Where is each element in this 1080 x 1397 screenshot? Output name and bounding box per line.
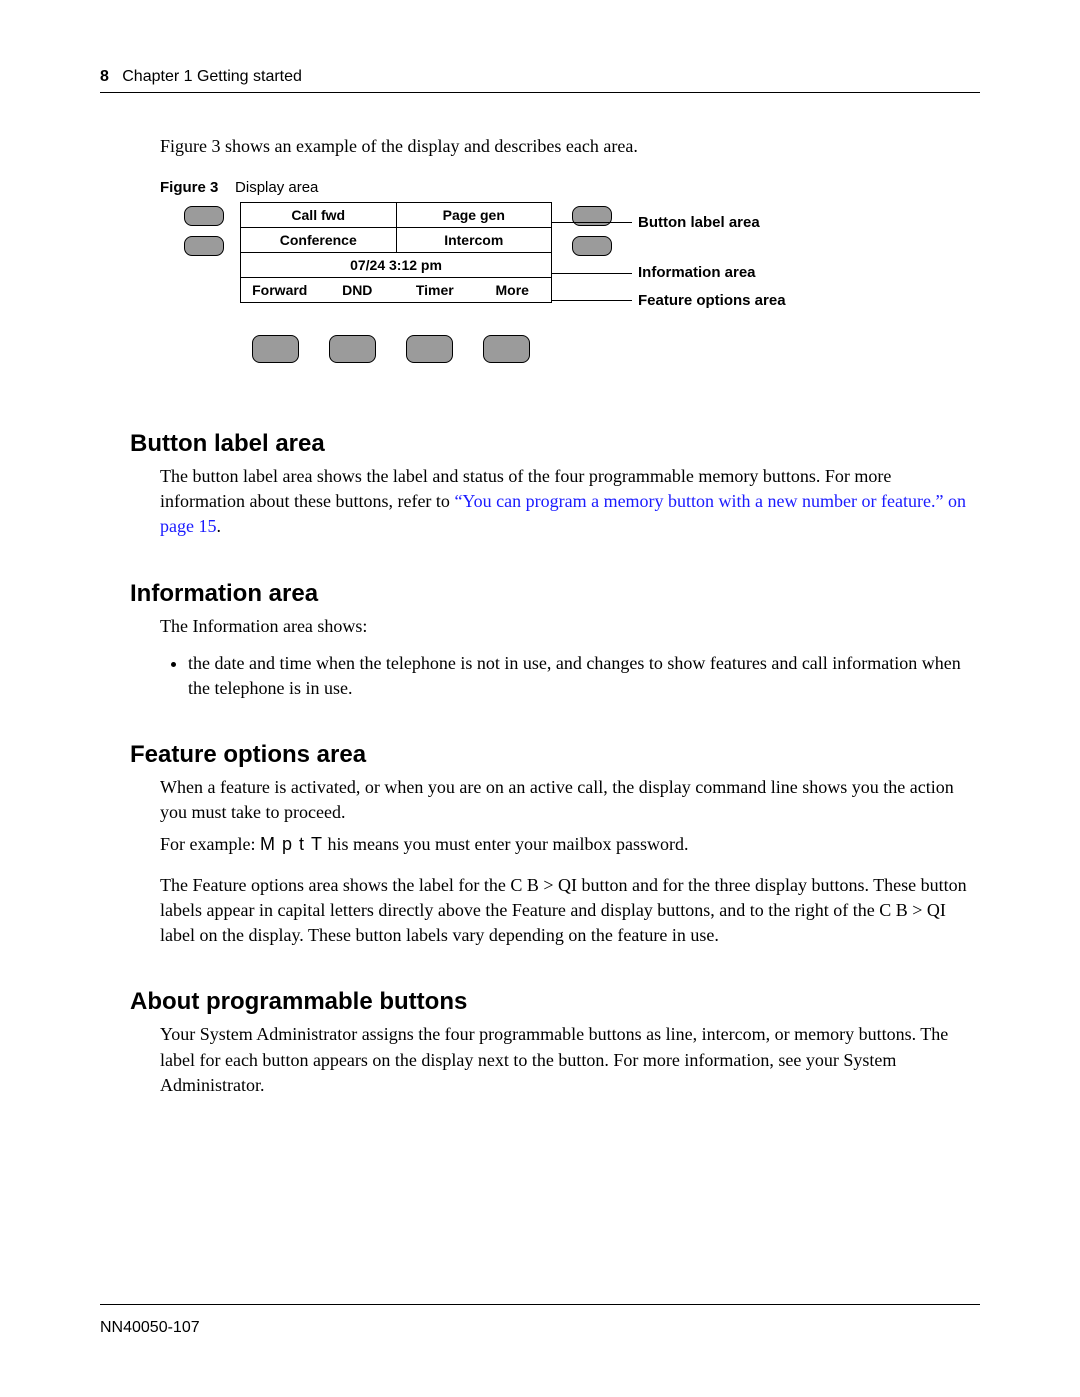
annot-button-label: Button label area (638, 214, 760, 231)
right-button-2-icon (572, 236, 612, 256)
annot-info-area: Information area (638, 264, 756, 281)
info-area-intro: The Information area shows: (160, 614, 980, 639)
label-intercom: Intercom (396, 228, 552, 252)
body-feature-options-area: When a feature is activated, or when you… (160, 775, 980, 948)
chapter-title: Chapter 1 Getting started (122, 68, 302, 85)
left-button-1-icon (184, 206, 224, 226)
label-forward: Forward (241, 278, 319, 302)
softkey-3-icon (406, 335, 453, 363)
body-information-area: The Information area shows: the date and… (160, 614, 980, 702)
softkey-2-icon (329, 335, 376, 363)
left-button-2-icon (184, 236, 224, 256)
figure-diagram: Call fwd Page gen Conference Intercom 07… (160, 200, 930, 390)
softkey-1-icon (252, 335, 299, 363)
label-dnd: DND (319, 278, 397, 302)
figure-caption: Figure 3 Display area (160, 179, 980, 196)
heading-feature-options-area: Feature options area (130, 741, 980, 769)
fo-p1b-suffix: his means you must enter your mailbox pa… (328, 834, 689, 854)
document-page: 8 Chapter 1 Getting started Figure 3 sho… (0, 0, 1080, 1397)
intro-paragraph: Figure 3 shows an example of the display… (160, 133, 980, 159)
phone-display: Call fwd Page gen Conference Intercom 07… (240, 202, 552, 303)
leader-line-1 (552, 222, 632, 223)
label-call-fwd: Call fwd (241, 203, 396, 227)
label-page-gen: Page gen (396, 203, 552, 227)
page-header: 8 Chapter 1 Getting started (100, 68, 980, 93)
fo-p1b-code: M p t T (260, 834, 323, 854)
doc-number: NN40050-107 (100, 1319, 200, 1336)
info-area-bullet: the date and time when the telephone is … (188, 651, 980, 701)
heading-button-label-area: Button label area (130, 430, 980, 458)
figure-title: Display area (235, 179, 318, 196)
label-conference: Conference (241, 228, 396, 252)
fo-p1b-prefix: For example: (160, 834, 260, 854)
label-timer: Timer (396, 278, 474, 302)
figure-number: Figure 3 (160, 179, 218, 196)
page-number: 8 (100, 68, 109, 85)
softkey-row (252, 335, 530, 363)
softkey-4-icon (483, 335, 530, 363)
heading-about-programmable-buttons: About programmable buttons (130, 988, 980, 1016)
right-button-1-icon (572, 206, 612, 226)
body-about-programmable-buttons: Your System Administrator assigns the fo… (160, 1022, 980, 1098)
bla-after: . (216, 516, 221, 536)
leader-line-2 (552, 273, 632, 274)
annot-feature-options: Feature options area (638, 292, 786, 309)
heading-information-area: Information area (130, 580, 980, 608)
fo-p1a: When a feature is activated, or when you… (160, 775, 980, 825)
page-footer: NN40050-107 (100, 1304, 980, 1337)
about-buttons-para: Your System Administrator assigns the fo… (160, 1022, 980, 1098)
body-button-label-area: The button label area shows the label an… (160, 464, 980, 540)
fo-p2: The Feature options area shows the label… (160, 873, 980, 949)
label-datetime: 07/24 3:12 pm (241, 253, 551, 278)
label-more: More (474, 278, 552, 302)
leader-line-3 (552, 300, 632, 301)
